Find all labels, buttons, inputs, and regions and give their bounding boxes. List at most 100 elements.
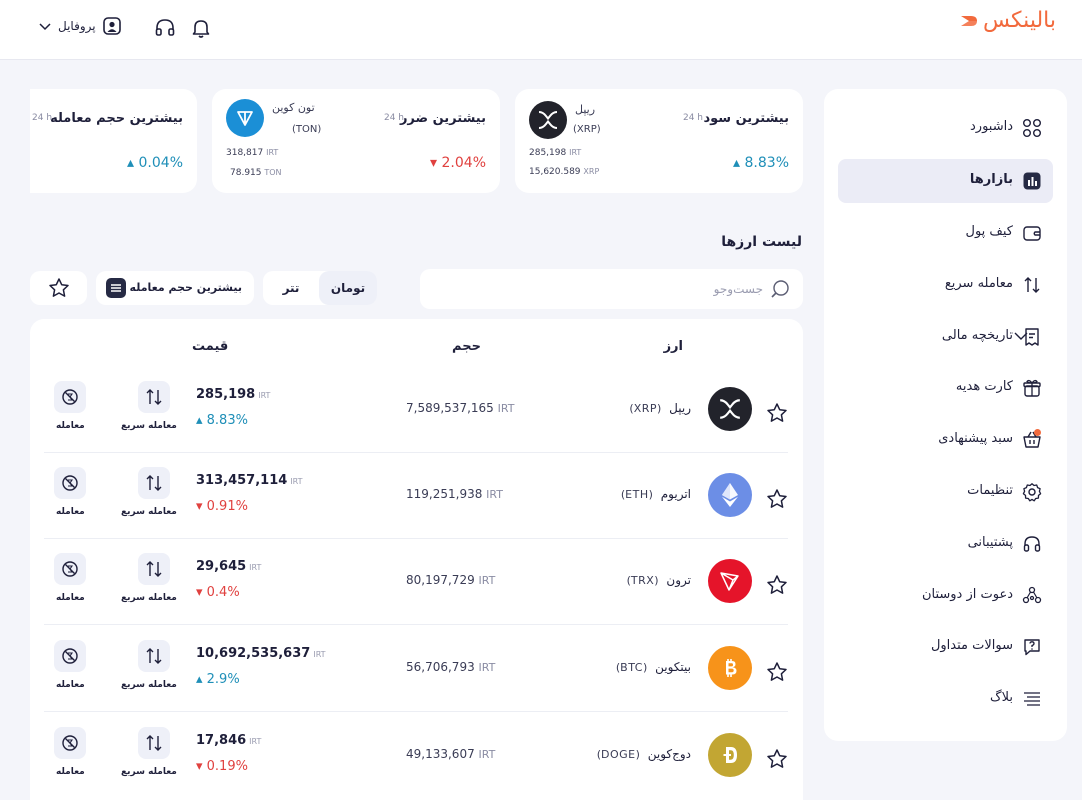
no-fee-icon[interactable] [54, 727, 86, 759]
star-icon[interactable] [766, 748, 788, 774]
trade-action[interactable]: معامله [54, 727, 114, 787]
quote-option-toman[interactable]: تومان [319, 271, 377, 305]
sidebar-item-markets[interactable]: بازارها [838, 159, 1053, 203]
sidebar-item-quick-trade[interactable]: معامله سریع [838, 263, 1053, 307]
list-title: لیست ارزها [721, 234, 802, 250]
sidebar-item-wallet[interactable]: کیف پول [838, 211, 1053, 255]
quick-trade-action[interactable]: معامله سریع [121, 467, 184, 527]
sort-button[interactable]: بیشترین حجم معامله [96, 271, 254, 305]
star-icon[interactable] [766, 661, 788, 687]
doge-logo-icon [708, 733, 752, 777]
star-icon[interactable] [766, 488, 788, 514]
favorites-filter-button[interactable] [30, 271, 87, 305]
sidebar-item-support[interactable]: پشتیبانی [838, 522, 1053, 566]
chevron-down-icon[interactable] [1012, 327, 1030, 349]
sidebar-item-invite-friends[interactable]: دعوت از دوستان [838, 574, 1053, 618]
price-value: 285,198 IRT [196, 387, 271, 402]
column-header-volume: حجم [452, 339, 481, 354]
quick-trade-action[interactable]: معامله سریع [121, 553, 184, 613]
no-fee-icon[interactable] [54, 640, 86, 672]
volume-value: 56,706,793 IRT [406, 660, 496, 674]
logo-mark-icon [959, 11, 979, 31]
table-row[interactable]: ترون (TRX) 80,197,729 IRT 29,645 IRT ▾ 0.… [44, 539, 788, 625]
search-input[interactable] [463, 278, 763, 300]
swap-arrows-icon[interactable] [138, 381, 170, 413]
sidebar-item-settings[interactable]: تنظیمات [838, 470, 1053, 514]
logo-text: بالینکس [982, 8, 1056, 33]
gear-icon [1021, 481, 1043, 503]
sort-icon [106, 278, 126, 298]
sidebar-item-label: دعوت از دوستان [921, 587, 1013, 602]
price-value: 29,645 IRT [196, 559, 262, 574]
star-icon[interactable] [766, 402, 788, 428]
change-value: ▴ 8.83% [733, 155, 789, 171]
top-loser-card[interactable]: بیشترین ضرر 24 h ▾ 2.04% تون کوین (TON) … [212, 89, 500, 193]
lines-icon [1021, 688, 1043, 710]
sort-label: بیشترین حجم معامله [129, 281, 242, 294]
table-row[interactable]: ریپل (XRP) 7,589,537,165 IRT 285,198 IRT … [44, 367, 788, 453]
trade-action[interactable]: معامله [54, 553, 114, 613]
card-amount: 15,620.589 XRP [529, 167, 599, 177]
top-volume-card[interactable]: بیشترین حجم معامله 24 h ▴ 0.04% [30, 89, 197, 193]
period-label: 24 h [32, 113, 53, 123]
profile-menu[interactable]: پروفایل [38, 16, 122, 36]
sidebar-item-label: سبد پیشنهادی [938, 431, 1013, 446]
swap-arrows-icon[interactable] [138, 467, 170, 499]
sidebar-item-suggested-basket[interactable]: سبد پیشنهادی [838, 418, 1053, 462]
price-unit: IRT [266, 148, 279, 157]
sidebar-item-gift-card[interactable]: کارت هدیه [838, 366, 1053, 410]
trade-action[interactable]: معامله [54, 381, 114, 441]
headset-icon[interactable] [153, 16, 177, 40]
change-value: ▴ 0.04% [127, 155, 183, 171]
quick-trade-action[interactable]: معامله سریع [121, 381, 184, 441]
quick-trade-label: معامله سریع [121, 767, 177, 777]
xrp-logo-icon [708, 387, 752, 431]
change-value: ▴ 2.9% [196, 672, 240, 687]
swap-arrows-icon[interactable] [138, 640, 170, 672]
no-fee-icon[interactable] [54, 381, 86, 413]
trade-action[interactable]: معامله [54, 467, 114, 527]
markets-table: ارز حجم قیمت ریپل (XRP) 7,589,537,165 IR… [30, 319, 803, 800]
table-row[interactable]: دوج‌کوین (DOGE) 49,133,607 IRT 17,846 IRT… [44, 713, 788, 799]
table-row[interactable]: بیتکوین (BTC) 56,706,793 IRT 10,692,535,… [44, 626, 788, 712]
quote-option-tether[interactable]: تتر [263, 271, 319, 305]
question-icon [1021, 636, 1043, 658]
table-row[interactable]: اتریوم (ETH) 119,251,938 IRT 313,457,114… [44, 453, 788, 539]
trade-label: معامله [56, 507, 85, 517]
sidebar-item-label: کیف پول [965, 224, 1013, 239]
swap-arrows-icon[interactable] [138, 553, 170, 585]
search-box[interactable] [420, 269, 803, 309]
swap-arrows-icon[interactable] [138, 727, 170, 759]
price-unit: IRT [569, 148, 582, 157]
chevron-down-icon [38, 19, 52, 33]
quick-trade-action[interactable]: معامله سریع [121, 727, 184, 787]
sidebar-item-faq[interactable]: سوالات متداول [838, 625, 1053, 669]
no-fee-icon[interactable] [54, 467, 86, 499]
bell-icon[interactable] [189, 16, 213, 40]
headset-icon [1021, 533, 1043, 555]
profile-label: پروفایل [58, 19, 96, 33]
quote-currency-toggle: تومان تتر [263, 271, 377, 305]
trade-action[interactable]: معامله [54, 640, 114, 700]
coin-symbol: (XRP) [573, 124, 601, 135]
card-price: 318,817 IRT [226, 148, 278, 158]
coin-name: ترون (TRX) [626, 573, 691, 587]
coin-symbol: (TON) [292, 124, 322, 135]
sidebar-item-dashboard[interactable]: داشبورد [838, 106, 1053, 150]
logo[interactable]: بالینکس [959, 8, 1056, 33]
notification-dot [1034, 429, 1041, 436]
sidebar: داشبورد بازارها کیف پول معامله سریع تاری… [824, 89, 1067, 741]
sidebar-item-blog[interactable]: بلاگ [838, 677, 1053, 721]
column-header-asset: ارز [663, 339, 683, 354]
star-icon[interactable] [766, 574, 788, 600]
amount-unit: TON [264, 168, 282, 177]
top-gainer-card[interactable]: بیشترین سود 24 h ▴ 8.83% ریپل (XRP) 285,… [515, 89, 803, 193]
trade-label: معامله [56, 767, 85, 777]
no-fee-icon[interactable] [54, 553, 86, 585]
card-amount: 78.915 TON [230, 168, 282, 178]
period-label: 24 h [383, 113, 404, 123]
sidebar-item-financial-history[interactable]: تاریخچه مالی [838, 315, 1053, 359]
btc-logo-icon [708, 646, 752, 690]
quick-trade-action[interactable]: معامله سریع [121, 640, 184, 700]
period-label: 24 h [682, 113, 703, 123]
